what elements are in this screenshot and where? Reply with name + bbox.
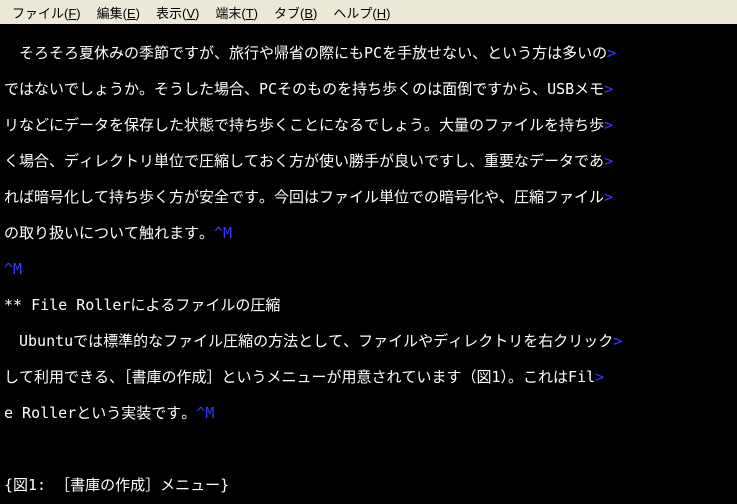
menu-tab[interactable]: タブ(B) — [266, 1, 325, 24]
text-line: く場合、ディレクトリ単位で圧縮しておく方が使い勝手が良いですし、重要なデータであ… — [4, 152, 733, 170]
wrap-indicator: > — [613, 332, 622, 350]
text-line: ^M — [4, 260, 733, 278]
text-line: の取り扱いについて触れます。^M — [4, 224, 733, 242]
menubar: ファイル(F) 編集(E) 表示(V) 端末(T) タブ(B) ヘルプ(H) — [0, 0, 737, 24]
text-line: e Rollerという実装です。^M — [4, 404, 733, 422]
wrap-indicator: > — [604, 188, 613, 206]
text-line: そろそろ夏休みの季節ですが、旅行や帰省の際にもPCを手放せない、という方は多いの… — [4, 44, 733, 62]
menu-file[interactable]: ファイル(F) — [4, 1, 89, 24]
wrap-indicator: > — [604, 80, 613, 98]
terminal-content[interactable]: そろそろ夏休みの季節ですが、旅行や帰省の際にもPCを手放せない、という方は多いの… — [0, 24, 737, 504]
menu-edit[interactable]: 編集(E) — [89, 1, 148, 24]
text-line: ではないでしょうか。そうした場合、PCそのものを持ち歩くのは面倒ですから、USB… — [4, 80, 733, 98]
text-line: ** File Rollerによるファイルの圧縮 — [4, 296, 733, 314]
wrap-indicator: > — [604, 152, 613, 170]
control-char: ^M — [214, 224, 232, 242]
menu-view[interactable]: 表示(V) — [148, 1, 207, 24]
text-line: れば暗号化して持ち歩く方が安全です。今回はファイル単位での暗号化や、圧縮ファイル… — [4, 188, 733, 206]
control-char: ^M — [4, 260, 22, 278]
menu-help[interactable]: ヘルプ(H) — [325, 1, 398, 24]
wrap-indicator: > — [604, 116, 613, 134]
menu-terminal[interactable]: 端末(T) — [207, 1, 266, 24]
text-line: {図1: ［書庫の作成］メニュー} — [4, 476, 733, 494]
control-char: ^M — [196, 404, 214, 422]
text-line: リなどにデータを保存した状態で持ち歩くことになるでしょう。大量のファイルを持ち歩… — [4, 116, 733, 134]
wrap-indicator: > — [607, 44, 616, 62]
text-line — [4, 440, 733, 458]
text-line: Ubuntuでは標準的なファイル圧縮の方法として、ファイルやディレクトリを右クリ… — [4, 332, 733, 350]
text-line: して利用できる、［書庫の作成］というメニューが用意されています（図1）。これはF… — [4, 368, 733, 386]
wrap-indicator: > — [595, 368, 604, 386]
